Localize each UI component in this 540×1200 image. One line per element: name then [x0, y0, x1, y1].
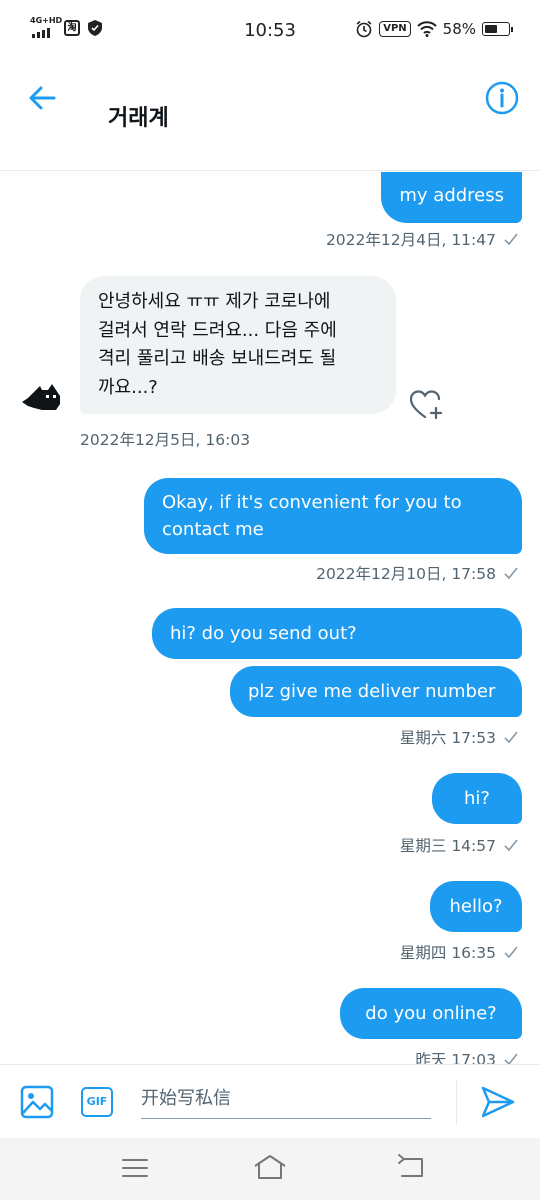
- message-timestamp: 星期四 16:35: [400, 941, 518, 963]
- conversation-title[interactable]: 거래계: [108, 100, 169, 132]
- message-line: 까요...?: [98, 376, 158, 398]
- outgoing-message[interactable]: do you online?: [340, 988, 522, 1039]
- info-icon[interactable]: [484, 80, 520, 116]
- status-right: VPN 58%: [355, 20, 513, 38]
- outgoing-message[interactable]: my address: [381, 172, 522, 223]
- home-icon[interactable]: [252, 1152, 288, 1182]
- back-icon[interactable]: [396, 1154, 426, 1180]
- check-icon: [504, 731, 518, 744]
- composer-divider: [456, 1079, 457, 1125]
- message-input[interactable]: [141, 1079, 431, 1119]
- timestamp-text: 2022年12月4日, 11:47: [325, 231, 496, 249]
- message-timestamp: 2022年12月5日, 16:03: [80, 428, 250, 450]
- vpn-indicator: VPN: [379, 21, 411, 37]
- send-icon[interactable]: [480, 1085, 516, 1119]
- heart-plus-icon[interactable]: [410, 390, 444, 420]
- message-line: contact me: [162, 519, 264, 540]
- gif-button[interactable]: GIF: [81, 1087, 113, 1117]
- incoming-message[interactable]: 안녕하세요 ㅠㅠ 제가 코로나에 걸려서 연락 드려요... 다음 주에 격리 …: [80, 276, 396, 414]
- message-line: 안녕하세요 ㅠㅠ 제가 코로나에: [98, 291, 331, 312]
- message-line: Okay, if it's convenient for you to: [162, 492, 462, 513]
- alarm-icon: [356, 20, 372, 38]
- check-icon: [504, 567, 518, 580]
- battery-percent: 58%: [442, 20, 476, 38]
- outgoing-message[interactable]: hello?: [430, 881, 522, 932]
- outgoing-message[interactable]: Okay, if it's convenient for you to cont…: [144, 478, 522, 554]
- menu-icon[interactable]: [120, 1156, 150, 1180]
- status-bar: 4G+HD 淘 10:53 VPN 58%: [0, 0, 540, 62]
- check-icon: [504, 946, 518, 959]
- timestamp-text: 星期四 16:35: [399, 944, 496, 962]
- message-timestamp: 星期三 14:57: [400, 834, 518, 856]
- timestamp-text: 昨天 17:03: [415, 1051, 496, 1064]
- conversation-header: 거래계: [0, 62, 540, 171]
- timestamp-text: 星期三 14:57: [399, 837, 496, 855]
- outgoing-message[interactable]: hi? do you send out?: [152, 608, 522, 659]
- message-timestamp: 2022年12月4日, 11:47: [326, 228, 518, 250]
- message-line: 걸려서 연락 드려요... 다음 주에: [98, 319, 337, 341]
- message-timestamp: 昨天 17:03: [415, 1048, 518, 1064]
- timestamp-text: 星期六 17:53: [399, 729, 496, 747]
- check-icon: [504, 839, 518, 852]
- check-icon: [504, 233, 518, 246]
- arrow-left-icon[interactable]: [24, 80, 60, 116]
- outgoing-message[interactable]: plz give me deliver number: [230, 666, 522, 717]
- timestamp-text: 2022年12月10日, 17:58: [316, 565, 496, 583]
- outgoing-message[interactable]: hi?: [432, 773, 522, 824]
- image-icon[interactable]: [20, 1085, 54, 1119]
- system-nav-bar: [0, 1138, 540, 1200]
- message-composer: GIF: [0, 1064, 540, 1138]
- message-timestamp: 2022年12月10日, 17:58: [316, 562, 518, 584]
- battery-icon: [482, 22, 513, 36]
- wifi-icon: [416, 21, 437, 37]
- timestamp-text: 2022年12月5日, 16:03: [80, 431, 251, 449]
- check-icon: [504, 1053, 518, 1064]
- message-list[interactable]: my address 2022年12月4日, 11:47 안녕하세요 ㅠㅠ 제가…: [0, 172, 540, 1064]
- message-line: 격리 풀리고 배송 보내드려도 될: [98, 348, 337, 369]
- avatar[interactable]: [20, 382, 62, 412]
- message-timestamp: 星期六 17:53: [400, 726, 518, 748]
